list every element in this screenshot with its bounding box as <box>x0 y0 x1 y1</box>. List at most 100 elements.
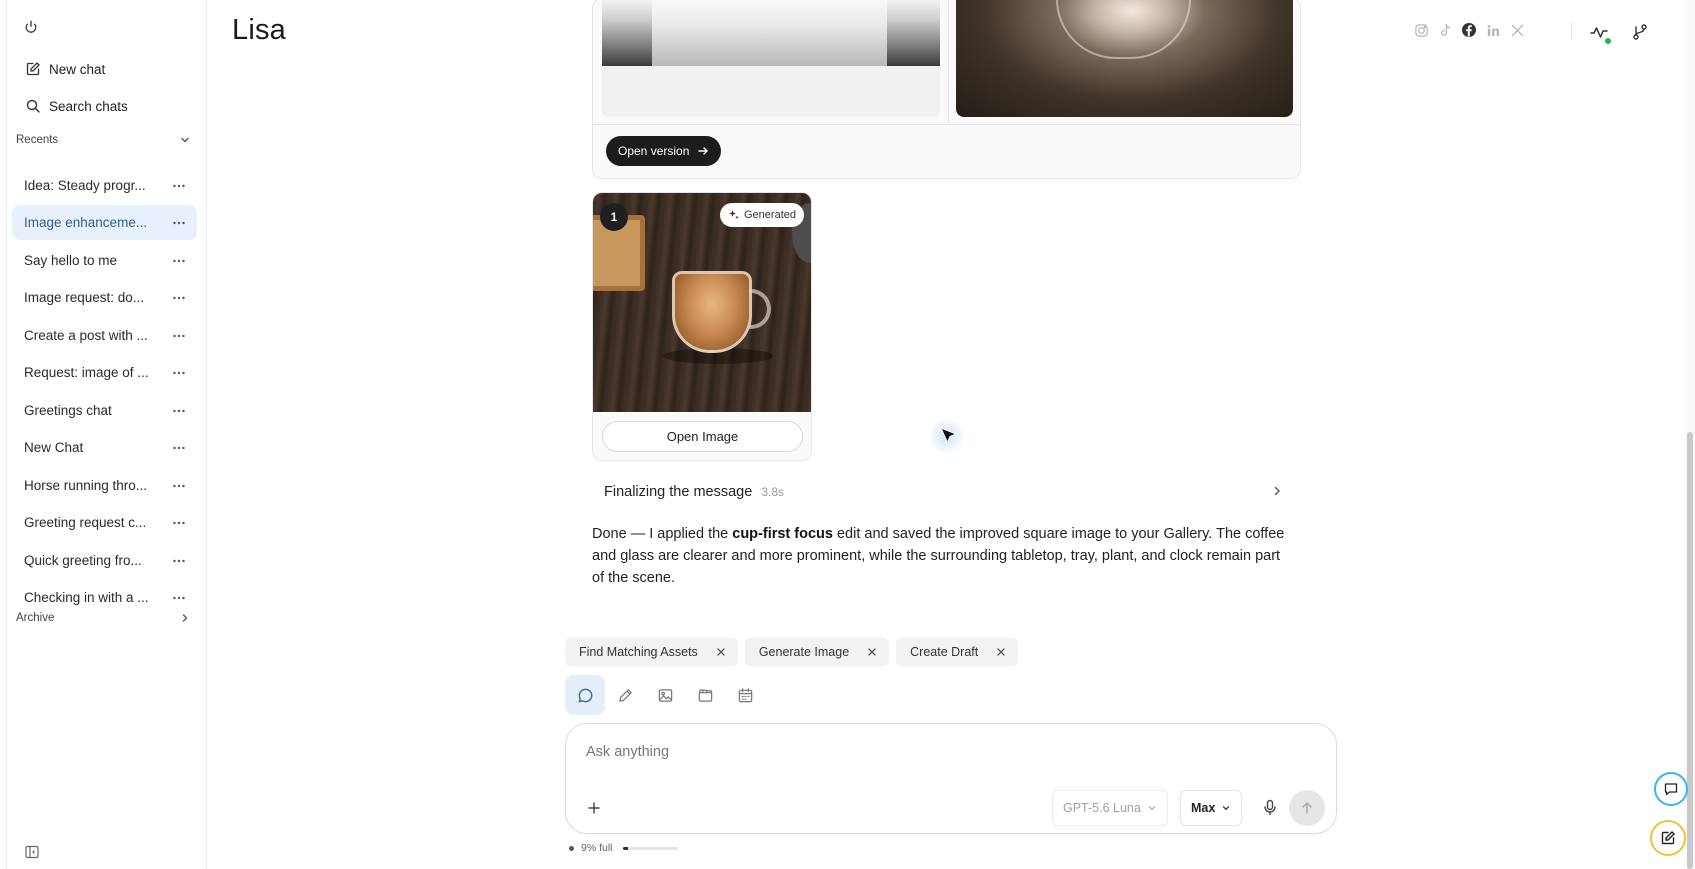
image-mode-button[interactable] <box>645 675 685 715</box>
tiktok-icon[interactable] <box>1437 22 1453 38</box>
usage-bar-fill <box>622 846 628 850</box>
sidebar-chat-item[interactable]: Say hello to me <box>12 243 197 278</box>
more-options-icon[interactable] <box>171 590 187 606</box>
plus-icon[interactable] <box>586 800 602 816</box>
sidebar-chat-item[interactable]: Quick greeting fro... <box>12 543 197 578</box>
image-index-badge: 1 <box>600 203 628 231</box>
sidebar-chat-label: Horse running thro... <box>24 478 148 493</box>
sidebar-chat-label: Checking in with a ... <box>24 590 149 605</box>
finalizing-time: 3.8s <box>761 485 784 499</box>
scrollbar-thumb[interactable] <box>1687 432 1693 869</box>
sidebar-chat-label: Say hello to me <box>24 253 118 268</box>
more-options-icon[interactable] <box>171 515 187 531</box>
open-image-button[interactable]: Open Image <box>602 421 803 452</box>
power-icon[interactable] <box>21 17 41 37</box>
sidebar-chat-label: Image enhanceme... <box>24 215 148 230</box>
chat-mode-button[interactable] <box>565 675 605 715</box>
x-icon[interactable] <box>1509 22 1525 38</box>
status-dot <box>1605 38 1611 44</box>
calendar-icon <box>737 687 754 704</box>
reasoning-status-row[interactable]: Finalizing the message 3.8s <box>604 481 1284 503</box>
more-options-icon[interactable] <box>171 215 187 231</box>
sidebar-chat-item[interactable]: Horse running thro... <box>12 468 197 503</box>
more-options-icon[interactable] <box>171 553 187 569</box>
assistant-message: Done — I applied the cup-first focus edi… <box>592 523 1292 589</box>
suggestion-chip[interactable]: Find Matching Assets <box>565 638 738 666</box>
sidebar-chat-label: Greetings chat <box>24 403 112 418</box>
chat-fab-button[interactable] <box>1654 772 1688 806</box>
effort-label: Max <box>1191 801 1216 815</box>
more-options-icon[interactable] <box>171 178 187 194</box>
usage-label: 9% full <box>581 842 613 854</box>
video-icon <box>697 687 714 704</box>
sidebar-chat-item[interactable]: Idea: Steady progr... <box>12 168 197 203</box>
mode-selector <box>565 675 765 715</box>
chip-label: Create Draft <box>910 645 979 659</box>
sidebar-chat-item[interactable]: Image enhanceme... <box>12 205 197 240</box>
sidebar-chat-item[interactable]: Request: image of ... <box>12 355 197 390</box>
compose-fab-button[interactable] <box>1650 820 1686 856</box>
sidebar-chat-item[interactable]: Image request: do... <box>12 280 197 315</box>
usage-bar <box>622 846 678 850</box>
new-chat-label: New chat <box>49 61 106 77</box>
sidebar-chat-item[interactable]: Greeting request c... <box>12 505 197 540</box>
close-icon[interactable] <box>716 647 726 657</box>
branch-icon[interactable] <box>1630 22 1650 42</box>
more-options-icon[interactable] <box>171 403 187 419</box>
model-label: GPT-5.6 Luna <box>1063 801 1141 815</box>
chip-label: Find Matching Assets <box>579 645 698 659</box>
close-icon[interactable] <box>996 647 1006 657</box>
card-divider <box>593 124 1300 125</box>
close-icon[interactable] <box>867 647 877 657</box>
more-options-icon[interactable] <box>171 253 187 269</box>
suggestion-chips: Find Matching Assets Generate Image Create… <box>565 638 1019 666</box>
header-divider <box>1571 22 1572 40</box>
sidebar-toggle-icon[interactable] <box>24 844 40 860</box>
more-options-icon[interactable] <box>171 328 187 344</box>
send-button[interactable] <box>1289 790 1325 826</box>
microphone-icon[interactable] <box>1261 798 1279 816</box>
new-chat-button[interactable]: New chat <box>19 54 199 84</box>
instagram-icon[interactable] <box>1413 22 1429 38</box>
open-version-label: Open version <box>618 144 690 158</box>
message-composer: GPT-5.6 Luna Max <box>565 723 1337 834</box>
message-text: Done — I applied the <box>592 526 733 542</box>
archive-label: Archive <box>16 612 55 624</box>
more-options-icon[interactable] <box>171 478 187 494</box>
message-input[interactable] <box>586 740 1286 764</box>
finalizing-label: Finalizing the message <box>604 484 753 500</box>
more-options-icon[interactable] <box>171 365 187 381</box>
sidebar-chat-item[interactable]: Greetings chat <box>12 393 197 428</box>
more-options-icon[interactable] <box>171 290 187 306</box>
sidebar-chat-item[interactable]: Create a post with ... <box>12 318 197 353</box>
search-chats-button[interactable]: Search chats <box>19 91 199 121</box>
mouse-cursor-icon <box>938 425 960 447</box>
open-version-button[interactable]: Open version <box>606 136 722 166</box>
sidebar-chat-item[interactable]: New Chat <box>12 430 197 465</box>
calendar-mode-button[interactable] <box>725 675 765 715</box>
suggestion-chip[interactable]: Create Draft <box>896 638 1019 666</box>
video-mode-button[interactable] <box>685 675 725 715</box>
social-icons <box>1413 22 1525 38</box>
sidebar-chat-label: Idea: Steady progr... <box>24 178 146 193</box>
chevron-right-icon <box>1270 484 1284 498</box>
facebook-icon[interactable] <box>1461 22 1477 38</box>
linkedin-icon[interactable] <box>1485 22 1501 38</box>
effort-select[interactable]: Max <box>1180 790 1243 826</box>
chat-bubble-icon <box>577 687 594 704</box>
version-image-left[interactable] <box>602 0 940 66</box>
sidebar-chat-label: Greeting request c... <box>24 515 147 530</box>
write-mode-button[interactable] <box>605 675 645 715</box>
recents-header[interactable]: Recents <box>16 128 196 152</box>
sidebar: New chat Search chats Recents Idea: Stea… <box>6 0 207 869</box>
archive-header[interactable]: Archive <box>16 606 196 630</box>
message-bold-text: cup-first focus <box>732 526 833 542</box>
model-select[interactable]: GPT-5.6 Luna <box>1052 790 1168 826</box>
page-title: Lisa <box>232 14 286 46</box>
version-image-right[interactable] <box>956 0 1293 117</box>
more-options-icon[interactable] <box>171 440 187 456</box>
chevron-down-icon <box>178 133 192 147</box>
search-chats-label: Search chats <box>49 98 128 114</box>
suggestion-chip[interactable]: Generate Image <box>744 638 890 666</box>
sidebar-chat-label: Request: image of ... <box>24 365 149 380</box>
